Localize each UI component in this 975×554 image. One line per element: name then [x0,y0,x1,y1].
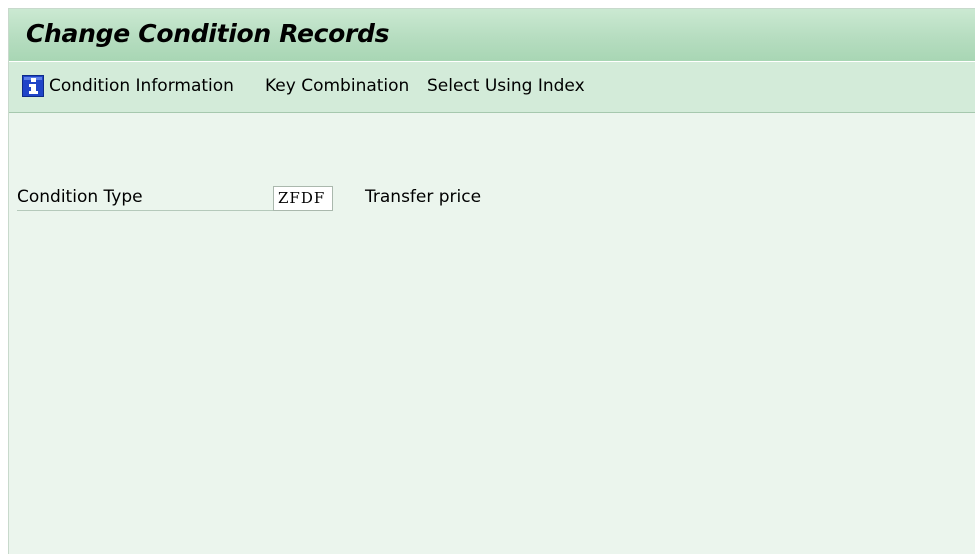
condition-information-button[interactable]: Condition Information [22,75,234,97]
select-using-index-button[interactable]: Select Using Index [427,75,585,97]
info-icon [22,75,44,97]
condition-information-label: Condition Information [49,76,234,96]
condition-type-input[interactable]: ZFDF [273,186,333,211]
application-toolbar: Condition Information Key Combination Se… [9,62,975,113]
condition-type-description: Transfer price [365,187,482,207]
page-title: Change Condition Records [26,19,390,48]
key-combination-label: Key Combination [265,76,410,96]
key-combination-button[interactable]: Key Combination [265,75,409,97]
condition-type-label: Condition Type [17,187,275,211]
title-bar: Change Condition Records [9,9,975,62]
sap-screen: Change Condition Records Condition Infor… [8,8,975,554]
select-using-index-label: Select Using Index [427,76,585,96]
